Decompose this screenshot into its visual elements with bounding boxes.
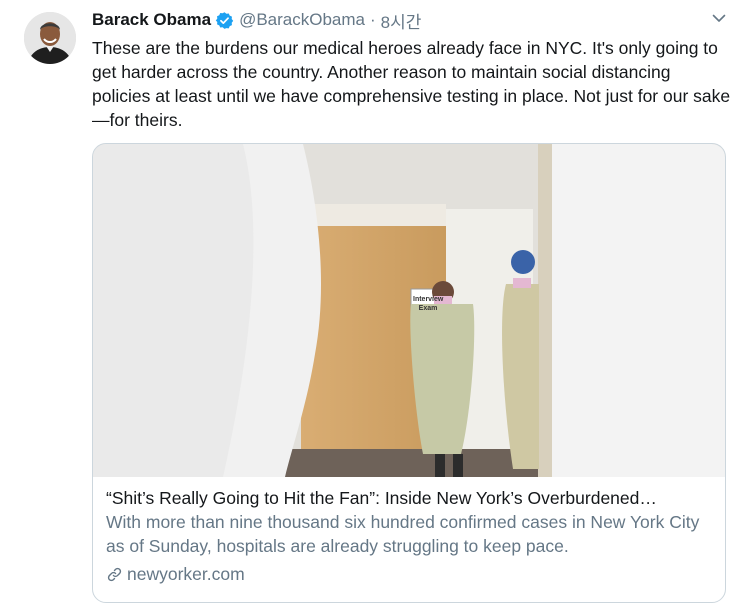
link-icon — [107, 567, 122, 581]
card-domain: newyorker.com — [127, 564, 245, 584]
tweet-text: These are the burdens our medical heroes… — [92, 38, 731, 130]
author-name[interactable]: Barack Obama — [92, 10, 211, 30]
card-body: “Shit’s Really Going to Hit the Fan”: In… — [106, 486, 716, 586]
card-link[interactable]: newyorker.com — [106, 562, 716, 586]
avatar-image — [24, 12, 76, 64]
card-image — [93, 144, 725, 477]
author-handle[interactable]: @BarackObama — [239, 10, 365, 30]
verified-badge-icon — [215, 11, 234, 29]
tweet-timestamp[interactable]: 8시간 — [381, 8, 422, 33]
tweet[interactable]: Barack Obama @BarackObama · 8시간 These ar… — [0, 0, 745, 612]
card-title: “Shit’s Really Going to Hit the Fan”: In… — [106, 488, 657, 508]
card-image-sign: Interview Exam — [413, 296, 444, 312]
header-separator: · — [370, 10, 376, 29]
chevron-down-icon[interactable] — [711, 10, 727, 26]
avatar[interactable] — [24, 12, 76, 64]
card-description: With more than nine thousand six hundred… — [106, 512, 700, 556]
tweet-header: Barack Obama @BarackObama · 8시간 — [92, 8, 422, 33]
link-card[interactable]: Interview Exam “Shit’s Really Going to H… — [92, 143, 726, 603]
